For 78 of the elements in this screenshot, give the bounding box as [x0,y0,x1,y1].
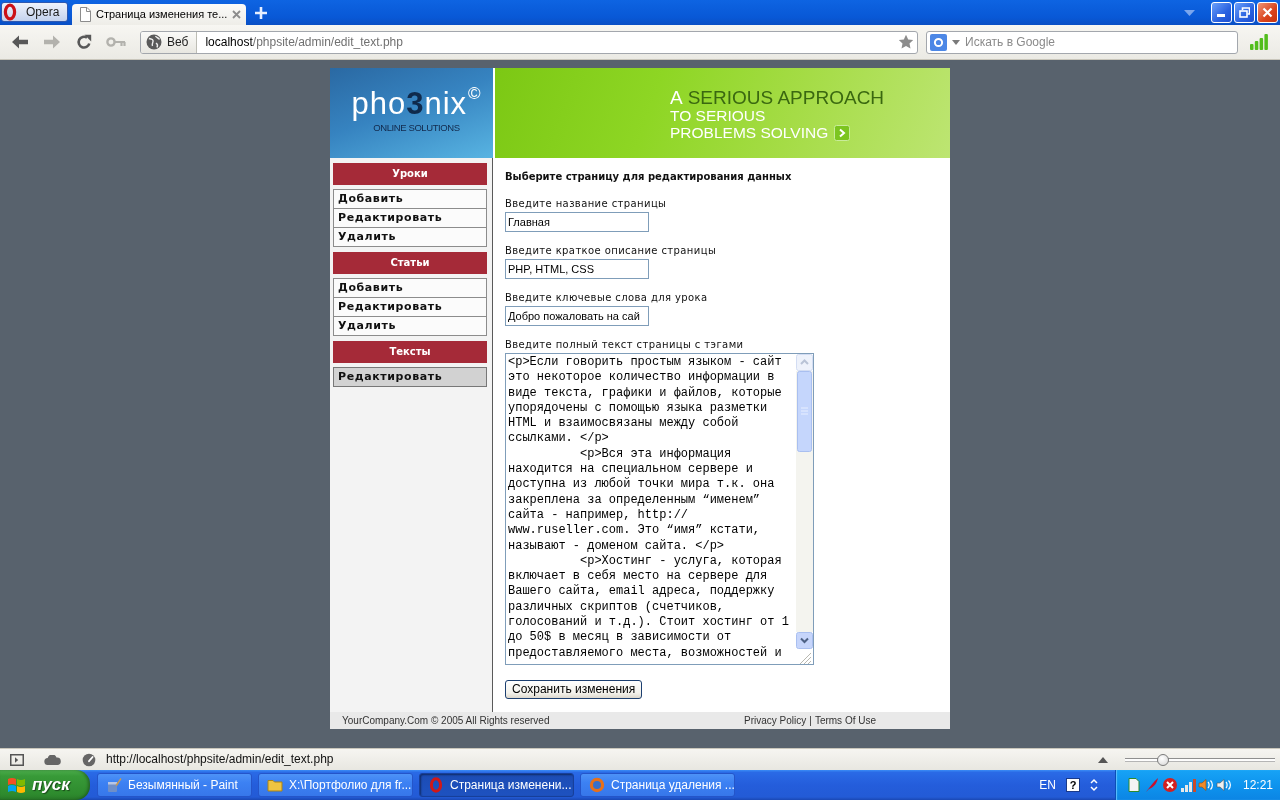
sidebar-heading: Тексты [333,341,487,363]
cloud-icon[interactable] [44,754,61,765]
start-button[interactable]: пуск [0,770,90,800]
sidebar-link[interactable]: Добавить [333,278,487,298]
address-field[interactable]: Веб localhost/phpsite/admin/edit_text.php [140,30,918,54]
back-arrow-icon[interactable] [11,34,29,50]
field-label: Введите название страницы [505,198,668,210]
footer-link[interactable]: Privacy Policy [744,715,807,726]
close-icon[interactable] [232,10,242,19]
clock-text: 12:21 [1242,777,1273,793]
caret-down-icon[interactable] [1184,9,1195,16]
windows-flag-icon [7,776,27,794]
speedometer-icon[interactable] [82,752,96,767]
paint-brush-icon [106,777,122,793]
minimize-button[interactable] [1211,2,1232,23]
sidebar-link[interactable]: Редактировать [333,209,487,228]
url-text: localhost/phpsite/admin/edit_text.php [205,34,403,50]
restore-button[interactable] [1234,2,1255,23]
search-field[interactable]: Искать в Google [926,30,1238,54]
folder-icon [267,777,283,793]
caret-icon[interactable] [952,39,960,45]
text-field[interactable]: PHP, HTML, CSS [505,259,649,279]
text-field[interactable]: Добро пожаловать на сай [505,306,649,326]
star-icon[interactable] [898,34,914,50]
help-button[interactable]: ? [1066,778,1080,792]
signal-bars-icon[interactable] [1180,777,1196,793]
form-heading: Выберите страницу для редактирования данных [505,171,793,183]
site-info-button[interactable]: Веб [141,31,198,53]
ring-logo-icon [428,777,444,793]
field-label: Введите полный текст страницы с тэгами [505,339,745,351]
field-label: Введите ключевые слова для урока [505,292,709,304]
sidebar-link[interactable]: Редактировать [333,367,487,387]
sidebar-heading: Уроки [333,163,487,185]
ring-logo-icon [3,3,17,21]
sidebar-link[interactable]: Добавить [333,189,487,209]
speaker-icon[interactable] [1198,777,1214,793]
slogan-text: TO SERIOUS [670,107,766,124]
taskbar-button[interactable]: Безымянный - Paint [97,773,252,797]
document-icon[interactable] [1126,777,1142,793]
signal-bars-icon[interactable] [1250,34,1268,50]
sidebar-heading: Статьи [333,252,487,274]
sidebar-link[interactable]: Удалить [333,228,487,247]
language-indicator[interactable]: EN [1039,777,1056,793]
reload-icon[interactable] [76,34,92,50]
x-circle-icon[interactable] [1162,777,1178,793]
taskbar-button[interactable]: Страница удаления ... [580,773,735,797]
logo-text: pho3nix$^{©}$ [351,89,482,119]
headline-initial: A [670,88,683,107]
save-button[interactable]: Сохранить изменения [505,680,643,699]
logo-tagline: ONLINE SOLUTIONS [373,123,460,133]
headline-text: SERIOUS APPROACH [687,88,885,107]
globe-icon [146,34,162,50]
slogan-text: PROBLEMS SOLVING [670,124,829,141]
taskbar-button[interactable]: X:\Портфолио для fr... [258,773,413,797]
vertical-scrollbar[interactable] [796,354,813,649]
caret-up-icon[interactable] [1098,756,1108,763]
page-icon [79,7,91,22]
footer-link[interactable]: Terms Of Use [814,715,876,726]
field-label: Введите краткое описание страницы [505,245,718,257]
restore-icon [1239,7,1250,18]
menu-button[interactable]: Opera [1,2,68,22]
globe-icon [589,777,605,793]
close-icon [1262,7,1273,18]
panel-toggle-icon[interactable] [10,753,24,766]
sidebar-link[interactable]: Удалить [333,317,487,336]
text-field[interactable]: Главная [505,212,649,232]
plus-icon[interactable] [254,5,268,20]
speaker-icon[interactable] [1216,777,1232,793]
sidebar-link[interactable]: Редактировать [333,298,487,317]
browser-tab[interactable]: Страница изменения те... [72,4,246,25]
status-url: http://localhost/phpsite/admin/edit_text.php [106,752,334,767]
text-area-field[interactable]: <p>Если говорить простым языком - сайт это некоторое количество информации в виде текста, графики и файлов, которые упорядочены с помощью языка разметки HTML и взаимосвязаны между собой ссылками. </p> <p>Вся эта информация находится на специальном сервере и доступна из любой точки мира т.к. она закреплена за определенным “именем” сайта - например, http:// www.ruseller.com. Это “имя” кстати, называют - доменом сайта. </p> <p>Хостинг - услуга, которая включает в себя место на сервере для Вашего сайта, email адреса, поддержку различных скриптов (счетчиков, голосований и т.д.). Стоит хостинг от 1 до 50$ в месяц в зависимости от предоставляемого места, возможностей и [505,353,814,665]
close-button[interactable] [1257,2,1278,23]
taskbar-button[interactable]: Страница изменени... [419,773,574,797]
slider-thumb[interactable] [1156,753,1169,766]
expand-arrows-icon[interactable] [1090,778,1098,792]
copyright-text: YourCompany.Com © 2005 All Rights reserved [342,715,550,726]
link-separator: | [809,715,812,726]
